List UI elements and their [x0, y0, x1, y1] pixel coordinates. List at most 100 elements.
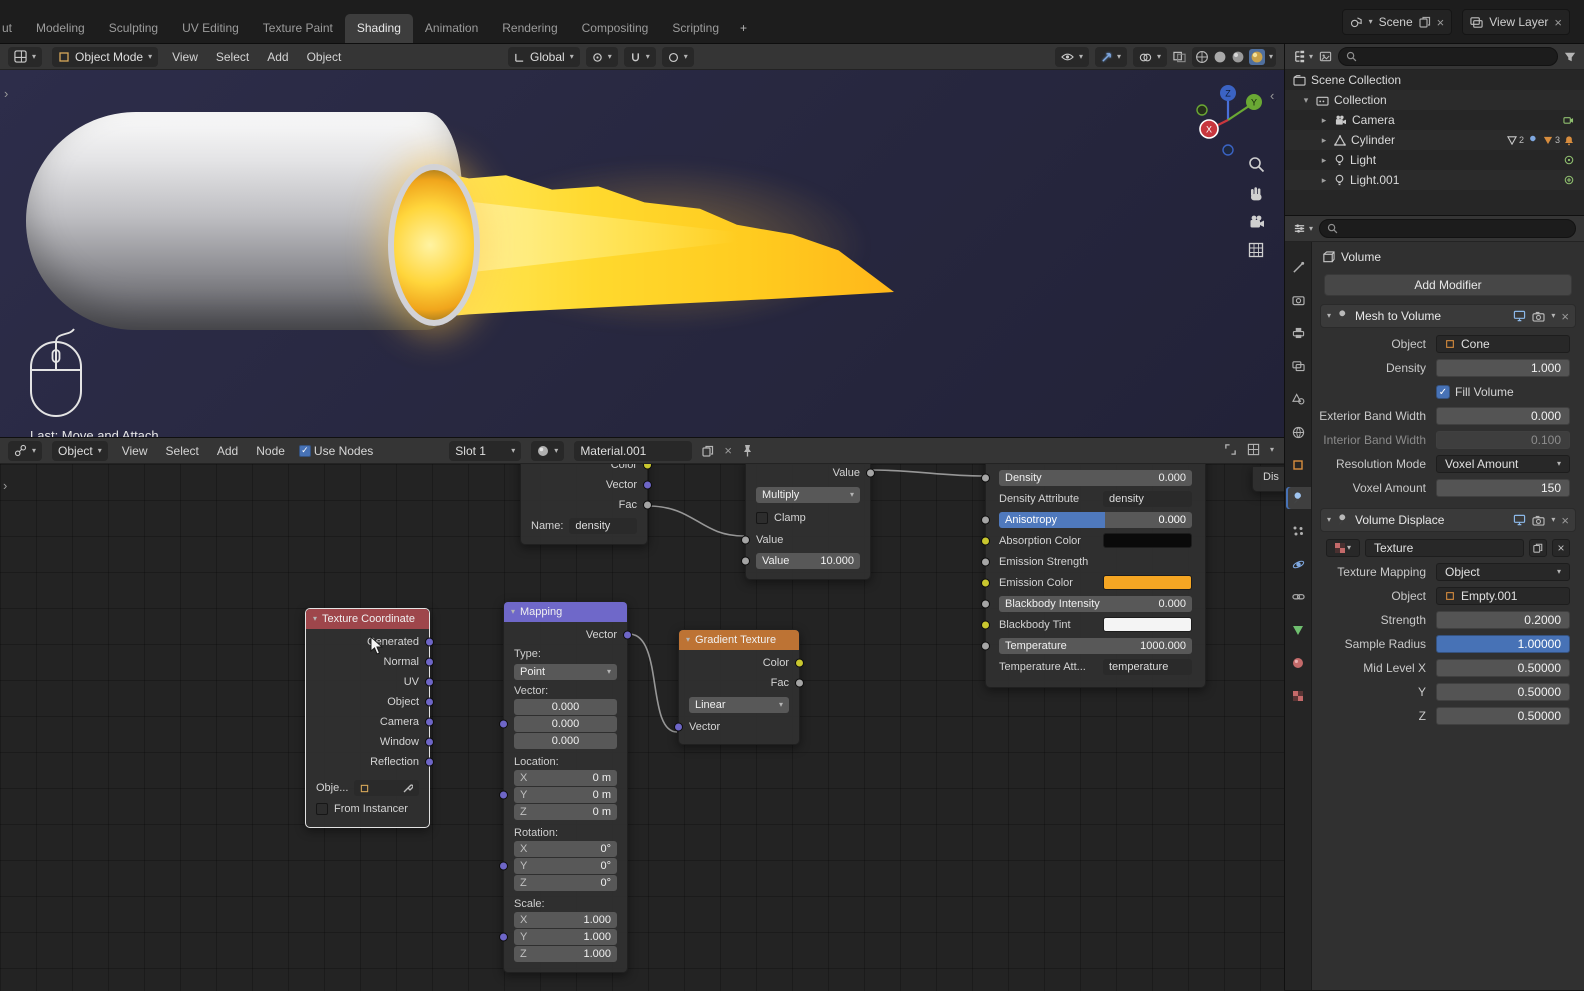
workspace-tab-scripting[interactable]: Scripting	[660, 14, 731, 43]
viewport-display-toggle[interactable]	[1513, 514, 1526, 526]
uv-output-socket[interactable]	[425, 677, 434, 687]
math-node[interactable]: Value Multiply ▾ Clamp Value Value 10.000	[741, 464, 875, 580]
scale-y-field[interactable]: Y 1.000	[514, 929, 617, 945]
panel-expand-arrow[interactable]: ▾	[1327, 516, 1331, 524]
properties-search-input[interactable]	[1319, 219, 1576, 238]
tab-particles[interactable]	[1286, 520, 1311, 542]
blackbody-intensity-input-socket[interactable]	[981, 599, 990, 608]
shading-wireframe-button[interactable]	[1195, 50, 1209, 64]
viewport-canvas[interactable]: › ‹ Z Y X Last: Move and Attach	[0, 70, 1284, 437]
disclosure-arrow-icon[interactable]: ▸	[1319, 135, 1329, 146]
voxel-amount-slider[interactable]: 150	[1436, 479, 1570, 497]
render-display-toggle[interactable]	[1532, 311, 1545, 322]
normal-output-socket[interactable]	[425, 657, 434, 667]
fac-output-socket[interactable]	[643, 500, 652, 510]
texture-name-field[interactable]: Texture	[1365, 539, 1524, 557]
tab-modifiers[interactable]	[1285, 487, 1311, 509]
density-input-socket[interactable]	[981, 473, 990, 482]
toolbar-expand-arrow[interactable]: ›	[4, 86, 8, 101]
pin-icon[interactable]	[742, 444, 753, 457]
remove-modifier-icon[interactable]: ×	[1561, 310, 1569, 323]
strength-slider[interactable]: 0.2000	[1436, 611, 1570, 629]
shading-material-button[interactable]	[1231, 50, 1245, 64]
principled-volume-node[interactable]: Density 0.000 Density Attribute density An…	[981, 464, 1206, 688]
sidebar-collapse-arrow[interactable]: ‹	[1270, 88, 1274, 103]
rotation-z-field[interactable]: Z 0°	[514, 875, 617, 891]
bell-icon[interactable]	[1564, 135, 1574, 146]
editor-type-dropdown[interactable]: ▾	[8, 46, 43, 67]
shader-type-dropdown[interactable]: Object ▾	[52, 440, 108, 461]
mapping-rotation-inputs[interactable]: X 0° Y 0° Z 0°	[499, 841, 627, 891]
generated-output-socket[interactable]	[425, 637, 434, 647]
chevron-down-icon[interactable]: ▾	[1270, 445, 1274, 454]
workspace-tab-modeling[interactable]: Modeling	[24, 14, 97, 43]
mesh-to-volume-panel-header[interactable]: ▾ Mesh to Volume ▾ ×	[1320, 304, 1576, 328]
workspace-tab-uv-editing[interactable]: UV Editing	[170, 14, 251, 43]
modifier-name[interactable]: Volume Displace	[1355, 513, 1444, 527]
math-value-slider[interactable]: Value 10.000	[756, 553, 860, 569]
tab-material[interactable]	[1286, 652, 1311, 674]
location-z-field[interactable]: Z0 m	[514, 804, 617, 820]
remove-view-layer-icon[interactable]: ×	[1554, 16, 1562, 29]
gradient-texture-node[interactable]: ▾ Gradient Texture Color Fac Linear ▾ Vect…	[674, 629, 804, 745]
shader-canvas[interactable]: › Color Vector Fac Name: density Value M…	[0, 464, 1284, 991]
mode-dropdown[interactable]: Object Mode ▾	[52, 46, 159, 67]
temperature-slider[interactable]: Temperature 1000.000	[999, 637, 1192, 654]
outliner-row-scene-collection[interactable]: Scene Collection	[1285, 70, 1584, 90]
attribute-node[interactable]: Color Vector Fac Name: density	[520, 464, 652, 545]
unlink-texture-button[interactable]: ×	[1552, 539, 1570, 557]
camera-output-socket[interactable]	[425, 717, 434, 727]
scene-selector[interactable]: ▾ Scene ×	[1341, 9, 1453, 35]
workspace-tab-shading[interactable]: Shading	[344, 14, 413, 43]
vector-input-socket[interactable]	[674, 722, 683, 732]
overlays-dropdown[interactable]: ▾	[1132, 47, 1167, 67]
camera-view-icon[interactable]	[1248, 214, 1265, 230]
zoom-icon[interactable]	[1248, 156, 1265, 173]
material-data-icon[interactable]	[1543, 136, 1553, 145]
tab-physics[interactable]	[1286, 553, 1311, 575]
outliner-row-light-001[interactable]: ▸ Light.001	[1285, 170, 1584, 190]
disclosure-arrow-icon[interactable]: ▾	[1301, 95, 1311, 106]
workspace-tab-animation[interactable]: Animation	[413, 14, 490, 43]
volume-displace-panel-header[interactable]: ▾ Volume Displace ▾ ×	[1320, 508, 1576, 532]
tab-scene[interactable]	[1286, 388, 1311, 410]
blackbody-tint-input-socket[interactable]	[981, 620, 990, 629]
outliner-row-light[interactable]: ▸ Light	[1285, 150, 1584, 170]
location-x-field[interactable]: X0 m	[514, 770, 617, 786]
mid-level-y-slider[interactable]: 0.50000	[1436, 683, 1570, 701]
modifier-extras-dropdown[interactable]: ▾	[1551, 516, 1555, 524]
outliner-row-collection[interactable]: ▾ Collection	[1285, 90, 1584, 110]
light-data-icon[interactable]	[1564, 155, 1574, 165]
reflection-output-socket[interactable]	[425, 757, 434, 767]
sample-radius-slider[interactable]: 1.00000	[1436, 635, 1570, 653]
vd-object-field[interactable]: Empty.001	[1436, 587, 1570, 605]
absorption-color-swatch[interactable]	[1103, 533, 1192, 548]
fill-volume-checkbox[interactable]: ✓	[1436, 385, 1450, 399]
material-slot-dropdown[interactable]: Slot 1 ▾	[449, 440, 522, 461]
copy-scene-icon[interactable]	[1419, 16, 1431, 28]
temperature-attribute-field[interactable]: temperature	[1103, 658, 1192, 675]
resolution-mode-dropdown[interactable]: Voxel Amount ▾	[1436, 455, 1570, 473]
clamp-checkbox[interactable]	[756, 512, 768, 524]
outliner-row-camera[interactable]: ▸ Camera	[1285, 110, 1584, 130]
mid-level-x-slider[interactable]: 0.50000	[1436, 659, 1570, 677]
from-instancer-checkbox[interactable]	[316, 803, 328, 815]
modifier-name[interactable]: Mesh to Volume	[1355, 309, 1441, 323]
rotation-y-field[interactable]: Y 0°	[514, 858, 617, 874]
modifier-wrench-icon[interactable]	[1528, 135, 1539, 146]
ortho-grid-icon[interactable]	[1248, 242, 1265, 258]
object-picker-field[interactable]	[354, 780, 419, 796]
mtv-object-field[interactable]: Cone	[1436, 335, 1570, 353]
vector-output-socket[interactable]	[623, 630, 632, 640]
viewport-menu-object[interactable]: Object	[303, 50, 346, 64]
absorption-color-input-socket[interactable]	[981, 536, 990, 545]
rotation-input-socket[interactable]	[499, 861, 508, 871]
attribute-name-field[interactable]: density	[569, 518, 637, 534]
mapping-vector-inputs[interactable]: 0.000 0.000 0.000	[499, 699, 627, 749]
texture-mapping-dropdown[interactable]: Object ▾	[1436, 563, 1570, 581]
texture-browse-dropdown[interactable]: ▾	[1326, 539, 1360, 557]
vector-y-field[interactable]: 0.000	[514, 716, 617, 732]
outliner-search-input[interactable]	[1338, 47, 1558, 66]
viewport-menu-view[interactable]: View	[168, 50, 202, 64]
mtv-density-slider[interactable]: 1.000	[1436, 359, 1570, 377]
